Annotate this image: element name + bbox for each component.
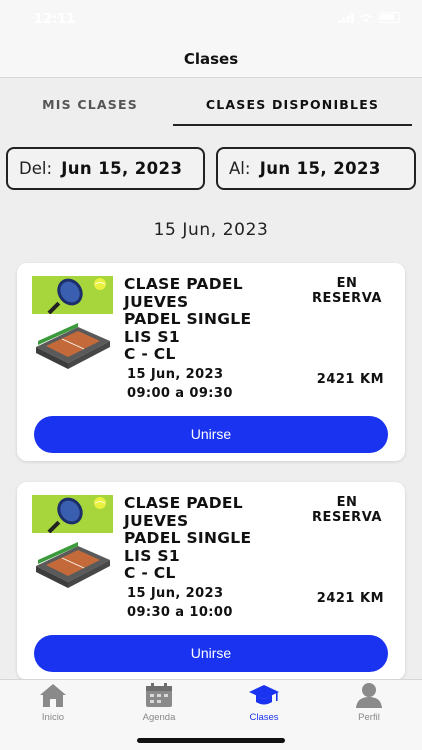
class-card: CLASE PADEL JUEVES PADEL SINGLE LIS S1 C… [17, 263, 405, 461]
header: Clases [0, 40, 422, 78]
class-name-line: JUEVES [124, 292, 189, 311]
reservation-status-line: EN [336, 495, 358, 510]
battery-icon [378, 12, 400, 23]
date-from-value: Jun 15, 2023 [61, 159, 183, 178]
nav-label: Clases [249, 712, 279, 723]
date-to-value: Jun 15, 2023 [259, 159, 381, 178]
class-name-line: CLASE PADEL [124, 494, 243, 512]
graduation-cap-icon [249, 685, 279, 705]
padel-racket-image [32, 276, 113, 314]
nav-item-perfil[interactable]: Perfil [329, 682, 409, 723]
nav-label: Inicio [41, 712, 65, 723]
class-name-line: JUEVES [124, 511, 189, 530]
join-button[interactable]: Unirse [34, 416, 388, 453]
class-name-line: C - CL [124, 345, 176, 363]
nav-item-inicio[interactable]: Inicio [13, 682, 93, 723]
class-distance: 2421 KM [316, 591, 384, 606]
reservation-status-line: RESERVA [312, 291, 382, 306]
status-time: 12:11 [34, 12, 76, 27]
reservation-status-line: EN [336, 276, 358, 291]
status-icons [338, 12, 400, 23]
date-to-field[interactable]: Al: Jun 15, 2023 [216, 147, 416, 190]
class-date: 15 Jun, 2023 [127, 367, 224, 382]
class-name-line: PADEL SINGLE [124, 310, 252, 328]
nav-label: Agenda [142, 712, 176, 723]
reservation-status-line: RESERVA [312, 510, 382, 525]
tab-mis-clases[interactable]: MIS CLASES [10, 88, 170, 126]
date-from-label: Del: [19, 159, 52, 178]
class-name-line: PADEL SINGLE [124, 529, 252, 547]
home-indicator[interactable] [137, 738, 285, 743]
nav-item-clases[interactable]: Clases [224, 682, 304, 723]
reservation-status: EN RESERVA [307, 495, 387, 525]
status-bar: 12:11 [0, 0, 422, 40]
padel-racket-image [32, 495, 113, 533]
page-title: Clases [183, 50, 239, 68]
class-name: CLASE PADEL JUEVES PADEL SINGLE LIS S1 C… [124, 275, 299, 364]
nav-item-agenda[interactable]: Agenda [119, 682, 199, 723]
class-name-line: LIS S1 [124, 546, 180, 565]
class-name: CLASE PADEL JUEVES PADEL SINGLE LIS S1 C… [124, 494, 299, 583]
padel-court-image [32, 538, 113, 590]
class-tabs: MIS CLASES CLASES DISPONIBLES [10, 88, 412, 126]
padel-court-image [32, 319, 113, 371]
nav-label: Perfil [358, 712, 380, 723]
user-icon [356, 683, 382, 708]
date-from-field[interactable]: Del: Jun 15, 2023 [6, 147, 205, 190]
class-name-line: C - CL [124, 564, 176, 582]
date-group-heading: 15 Jun, 2023 [153, 220, 269, 240]
class-name-line: LIS S1 [124, 327, 180, 346]
class-name-line: CLASE PADEL [124, 275, 243, 293]
class-card: CLASE PADEL JUEVES PADEL SINGLE LIS S1 C… [17, 482, 405, 680]
class-time: 09:30 a 10:00 [127, 605, 233, 620]
class-time: 09:00 a 09:30 [127, 386, 233, 401]
calendar-icon [146, 683, 172, 707]
class-date: 15 Jun, 2023 [127, 586, 224, 601]
wifi-icon [359, 14, 373, 23]
join-button[interactable]: Unirse [34, 635, 388, 672]
signal-icon [338, 12, 354, 23]
tab-clases-disponibles[interactable]: CLASES DISPONIBLES [173, 88, 412, 126]
class-distance: 2421 KM [316, 372, 384, 387]
reservation-status: EN RESERVA [307, 276, 387, 306]
date-to-label: Al: [229, 159, 251, 178]
home-icon [40, 684, 66, 707]
